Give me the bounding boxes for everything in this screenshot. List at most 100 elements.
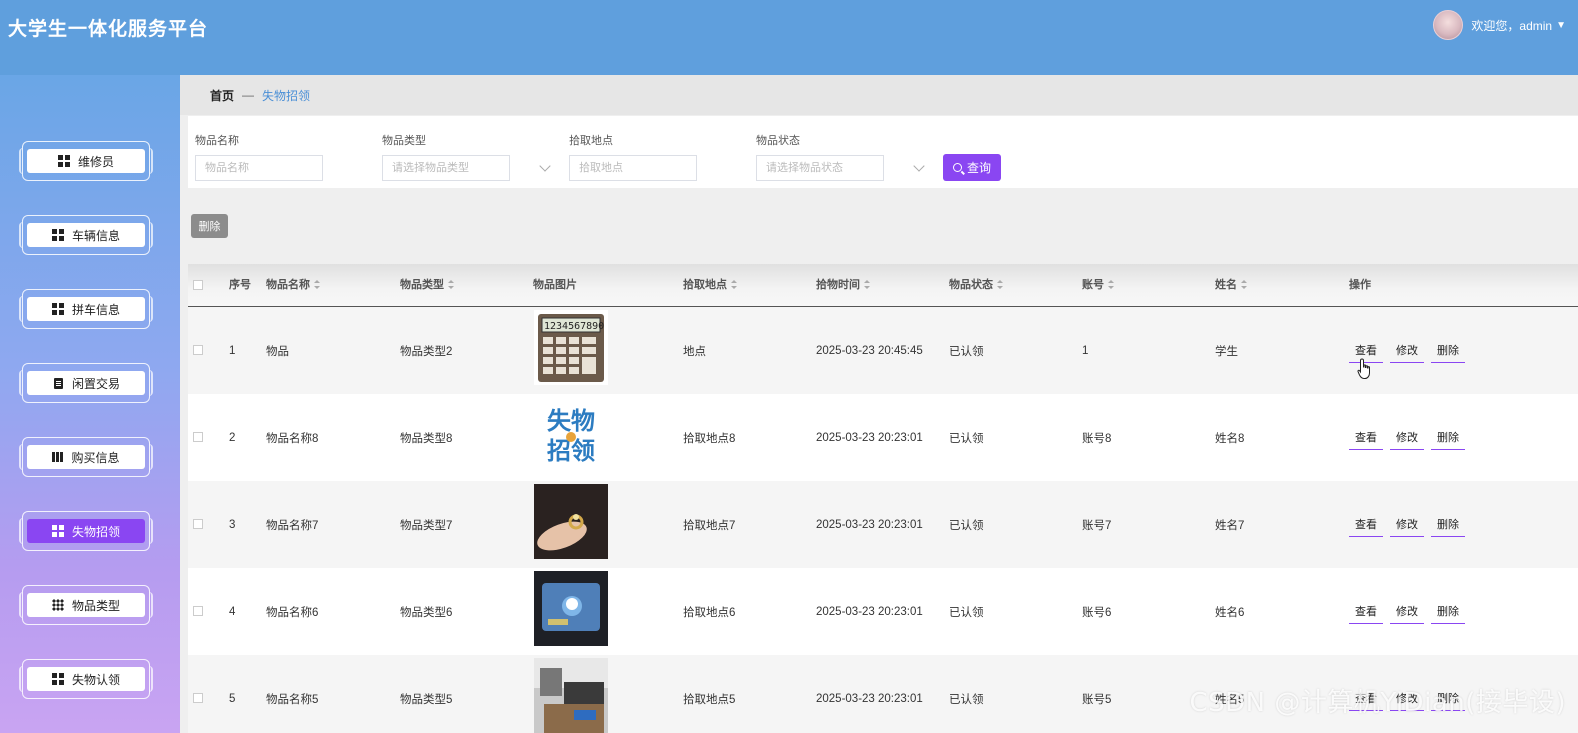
delete-button[interactable]: 删除: [1431, 599, 1465, 624]
delete-button[interactable]: 删除: [1431, 512, 1465, 537]
view-button[interactable]: 查看: [1349, 599, 1383, 624]
delete-button[interactable]: 删除: [1431, 338, 1465, 363]
sidebar-item-label: 维修员: [77, 154, 114, 169]
sidebar-item-vehicle[interactable]: 车辆信息: [19, 215, 153, 255]
search-field-type: 物品类型 请选择物品类型: [382, 132, 551, 181]
grid-icon: [57, 155, 70, 167]
column-header[interactable]: 拾物时间: [816, 264, 870, 307]
item-status-select[interactable]: 请选择物品状态: [756, 155, 925, 181]
sidebar-item-label: 失物认领: [71, 672, 120, 687]
item-image[interactable]: [534, 658, 608, 733]
row-checkbox[interactable]: [193, 519, 203, 529]
breadcrumb-current: 失物招领: [262, 88, 311, 103]
query-button[interactable]: 查询: [943, 154, 1001, 181]
sidebar-item-purchase[interactable]: 购买信息: [19, 437, 153, 477]
column-header[interactable]: 物品状态: [949, 264, 1003, 307]
item-image[interactable]: 1234567890: [534, 310, 608, 385]
cell-name: 物品名称5: [266, 693, 319, 706]
breadcrumb-home[interactable]: 首页: [210, 87, 234, 104]
item-type-select[interactable]: 请选择物品类型: [382, 155, 551, 181]
cell-index: 2: [229, 431, 236, 444]
item-image[interactable]: [534, 571, 608, 646]
item-image[interactable]: 失物 招领: [534, 397, 608, 472]
sort-icon[interactable]: [731, 279, 737, 289]
query-label: 查询: [966, 161, 991, 175]
row-checkbox[interactable]: [193, 345, 203, 355]
sidebar: 维修员 车辆信息 拼车信息 闲置交易 购买信息 失物招领 物品类型 失物认领: [0, 75, 180, 733]
chevron-down-icon[interactable]: [539, 160, 551, 172]
cell-index: 3: [229, 518, 236, 531]
cell-place: 拾取地点8: [683, 432, 736, 445]
field-label: 物品类型: [382, 135, 426, 147]
sidebar-item-lost-found[interactable]: 失物招领: [19, 511, 153, 551]
column-header[interactable]: 拾取地点: [683, 264, 737, 307]
table-row[interactable]: 4 物品名称6 物品类型6 拾取地点6 2025-03-23 20:23:01 已认领 账号…: [188, 568, 1578, 655]
sidebar-item-label: 拼车信息: [71, 302, 120, 317]
sidebar-item-carpool[interactable]: 拼车信息: [19, 289, 153, 329]
grid-icon: [51, 303, 64, 315]
column-header[interactable]: 物品名称: [266, 264, 320, 307]
field-label: 拾取地点: [569, 135, 613, 147]
cell-person: 学生: [1215, 345, 1238, 358]
sidebar-item-repairer[interactable]: 维修员: [19, 141, 153, 181]
cell-status: 已认领: [949, 345, 984, 358]
row-checkbox[interactable]: [193, 693, 203, 703]
sort-icon[interactable]: [1108, 279, 1114, 289]
sort-icon[interactable]: [1241, 279, 1247, 289]
cell-account: 账号5: [1082, 693, 1112, 706]
avatar[interactable]: [1433, 10, 1464, 40]
sidebar-item-lost-claim[interactable]: 失物认领: [19, 659, 153, 699]
cell-type: 物品类型5: [400, 693, 453, 706]
dots-grid-icon: [51, 599, 64, 611]
book-icon: [52, 452, 64, 462]
row-checkbox[interactable]: [193, 432, 203, 442]
sort-icon[interactable]: [997, 279, 1003, 289]
row-checkbox[interactable]: [193, 606, 203, 616]
column-header: 序号: [229, 279, 251, 291]
caret-down-icon[interactable]: ▼: [1556, 20, 1566, 31]
cell-type: 物品类型6: [400, 606, 453, 619]
cell-type: 物品类型7: [400, 519, 453, 532]
svg-text:失物: 失物: [547, 407, 595, 435]
cell-account: 账号7: [1082, 519, 1112, 532]
column-header[interactable]: 姓名: [1215, 264, 1247, 307]
cell-time: 2025-03-23 20:23:01: [816, 518, 923, 531]
edit-button[interactable]: 修改: [1390, 338, 1424, 363]
cell-account: 账号6: [1082, 606, 1112, 619]
field-label: 物品状态: [756, 135, 800, 147]
column-header[interactable]: 物品类型: [400, 264, 454, 307]
sidebar-item-label: 物品类型: [71, 598, 120, 613]
chevron-down-icon[interactable]: [913, 160, 925, 172]
edit-button[interactable]: 修改: [1390, 512, 1424, 537]
table-row[interactable]: 1 物品 物品类型2 地点 2025-03-23 20:45:45 已认领 1 学生 12345…: [188, 307, 1578, 394]
view-button[interactable]: 查看: [1349, 512, 1383, 537]
sidebar-item-secondhand[interactable]: 闲置交易: [19, 363, 153, 403]
sidebar-item-item-type[interactable]: 物品类型: [19, 585, 153, 625]
table-row[interactable]: 2 物品名称8 物品类型8 拾取地点8 2025-03-23 20:23:01 已认领 账号…: [188, 394, 1578, 481]
grid-icon: [51, 525, 64, 537]
cell-type: 物品类型8: [400, 432, 453, 445]
table-row[interactable]: 3 物品名称7 物品类型7 拾取地点7 2025-03-23 20:23:01 已认领 账号…: [188, 481, 1578, 568]
breadcrumb-separator: —: [242, 88, 255, 102]
user-menu[interactable]: 欢迎您，admin ▼: [1433, 10, 1566, 40]
delete-button[interactable]: 删除: [1431, 425, 1465, 450]
select-all-checkbox[interactable]: [193, 280, 203, 290]
watermark: CSDN @计算机YiDian(接毕设): [1189, 688, 1566, 718]
user-greeting[interactable]: 欢迎您，admin: [1471, 17, 1552, 34]
column-header[interactable]: 账号: [1082, 264, 1114, 307]
item-image[interactable]: [534, 484, 608, 559]
grid-icon: [51, 229, 64, 241]
sort-icon[interactable]: [864, 279, 870, 289]
sort-icon[interactable]: [448, 279, 454, 289]
pickup-place-input[interactable]: 拾取地点: [569, 155, 697, 181]
view-button[interactable]: 查看: [1349, 425, 1383, 450]
grid-icon: [51, 673, 64, 685]
edit-button[interactable]: 修改: [1390, 599, 1424, 624]
batch-delete-button[interactable]: 删除: [191, 214, 228, 238]
sort-icon[interactable]: [314, 279, 320, 289]
edit-button[interactable]: 修改: [1390, 425, 1424, 450]
item-name-input[interactable]: 物品名称: [195, 155, 323, 181]
cell-name: 物品: [266, 345, 289, 358]
sidebar-item-label: 闲置交易: [71, 376, 120, 391]
search-icon: [952, 163, 962, 172]
